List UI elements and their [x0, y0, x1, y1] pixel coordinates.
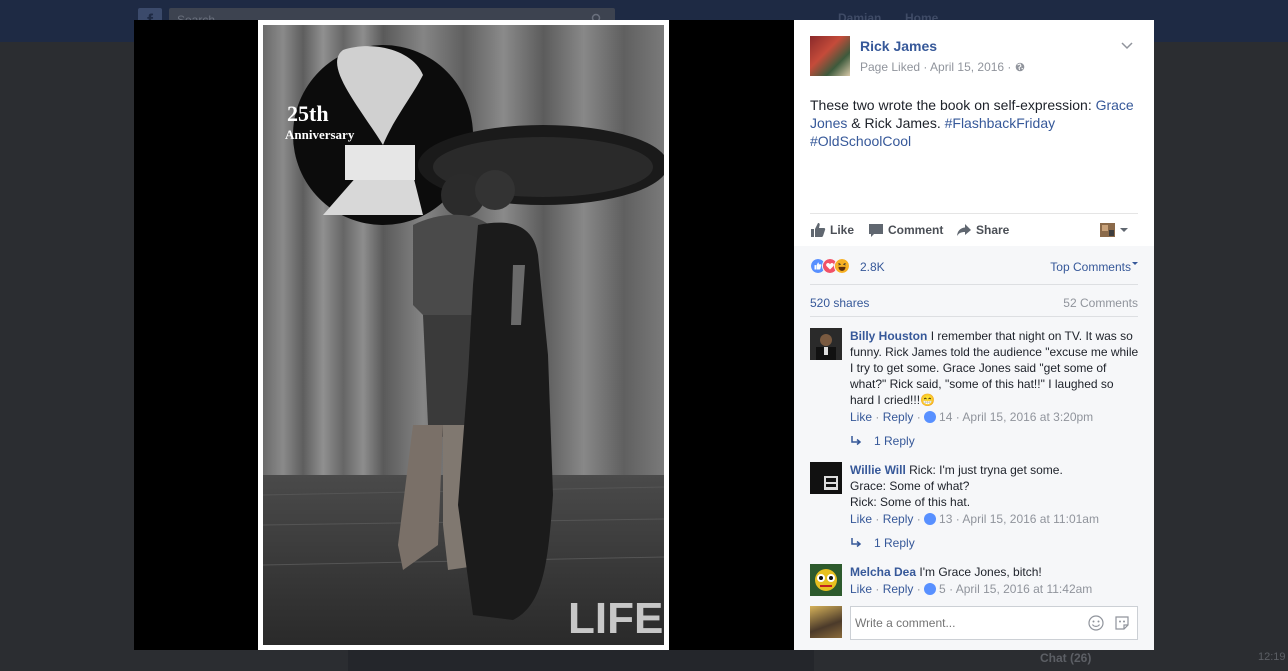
- replies-label: 1 Reply: [874, 434, 915, 448]
- comment-text-line2: Grace: Some of what?: [850, 479, 970, 493]
- clock-label: 12:19: [1258, 651, 1286, 663]
- emoji-icon[interactable]: [1088, 615, 1104, 631]
- like-count-icon: [924, 513, 937, 525]
- share-as-selector[interactable]: [1100, 222, 1130, 238]
- reply-arrow-icon: [851, 436, 862, 446]
- avatar[interactable]: [810, 328, 842, 360]
- comments-section: 2.8K Top Comments 520 shares 52 Comments…: [794, 246, 1154, 650]
- post-meta-text: Page Liked · April 15, 2016 ·: [860, 60, 1015, 74]
- share-button-label: Share: [976, 223, 1010, 237]
- photo-artwork: 25th Anniversary LIFE: [263, 25, 664, 645]
- photo-theater: 25th Anniversary LIFE: [134, 20, 794, 650]
- thumbs-up-icon: [811, 223, 826, 237]
- sticker-icon[interactable]: [1114, 615, 1130, 631]
- photo-frame: 25th Anniversary LIFE: [258, 20, 669, 650]
- post-action-bar: Like Comment Share: [810, 213, 1138, 245]
- divider: [810, 316, 1138, 317]
- comment-reply-link[interactable]: Reply: [883, 512, 914, 526]
- comment-body: Melcha Dea I'm Grace Jones, bitch!: [850, 564, 1140, 580]
- background-feed-card: [348, 650, 814, 671]
- comment-count-link[interactable]: 52 Comments: [1063, 296, 1138, 310]
- divider: [810, 284, 1138, 285]
- page-avatar[interactable]: [810, 36, 850, 76]
- hashtag-oldschoolcool[interactable]: #OldSchoolCool: [810, 133, 911, 149]
- comment-text-line1: Rick: I'm just tryna get some.: [909, 463, 1063, 477]
- comment-timestamp[interactable]: April 15, 2016 at 11:01am: [962, 512, 1099, 526]
- grinning-emoji: 😁: [920, 393, 935, 407]
- comment-composer: [810, 606, 1140, 642]
- comment-text: I'm Grace Jones, bitch!: [919, 565, 1042, 579]
- post-photo[interactable]: 25th Anniversary LIFE: [263, 25, 664, 645]
- actor-selector-icon: [1100, 223, 1128, 237]
- comment-author-link[interactable]: Billy Houston: [850, 329, 927, 343]
- comment-like-link[interactable]: Like: [850, 582, 872, 596]
- comment-meta: Like · Reply · 14 · April 15, 2016 at 3:…: [850, 410, 1094, 424]
- haha-reaction-icon: [834, 258, 850, 274]
- comment-body: Willie Will Rick: I'm just tryna get som…: [850, 462, 1140, 510]
- chevron-down-icon[interactable]: [1120, 38, 1134, 52]
- page-name-link[interactable]: Rick James: [860, 38, 937, 54]
- comment-like-link[interactable]: Like: [850, 512, 872, 526]
- share-arrow-icon: [957, 224, 971, 236]
- comment-item: Melcha Dea I'm Grace Jones, bitch! Like …: [810, 564, 1140, 600]
- like-button-label: Like: [830, 223, 855, 237]
- comment-timestamp[interactable]: April 15, 2016 at 3:20pm: [962, 410, 1093, 424]
- comment-reply-link[interactable]: Reply: [883, 582, 914, 596]
- comment-reply-link[interactable]: Reply: [883, 410, 914, 424]
- comment-bubble-icon: [869, 224, 883, 237]
- comment-like-count[interactable]: 14: [939, 410, 952, 424]
- post-side-panel: Rick James Page Liked · April 15, 2016 ·…: [794, 20, 1154, 650]
- comment-meta: Like · Reply · 5 · April 15, 2016 at 11:…: [850, 582, 1093, 596]
- post-text-before: These two wrote the book on self-express…: [810, 97, 1096, 113]
- reply-arrow-icon: [851, 538, 862, 548]
- globe-icon: [1015, 62, 1025, 72]
- comment-timestamp[interactable]: April 15, 2016 at 11:42am: [956, 582, 1093, 596]
- avatar[interactable]: [810, 462, 842, 494]
- comment-button-label: Comment: [888, 223, 944, 237]
- comment-author-link[interactable]: Willie Will: [850, 463, 906, 477]
- comment-text-line3: Rick: Some of this hat.: [850, 495, 971, 509]
- chat-sidebar-toggle[interactable]: Chat (26): [1040, 651, 1091, 665]
- like-count-icon: [924, 583, 937, 595]
- avatar[interactable]: [810, 564, 842, 596]
- comment-like-link[interactable]: Like: [850, 410, 872, 424]
- anniversary-word-text: Anniversary: [285, 127, 355, 142]
- caret-down-icon: [1132, 262, 1138, 265]
- reaction-count[interactable]: 2.8K: [860, 260, 885, 274]
- comment-item: Willie Will Rick: I'm just tryna get som…: [810, 462, 1140, 552]
- comment-body: Billy Houston I remember that night on T…: [850, 328, 1140, 408]
- post-meta: Page Liked · April 15, 2016 ·: [860, 60, 1025, 74]
- anniversary-number-text: 25th: [287, 101, 329, 126]
- comment-author-link[interactable]: Melcha Dea: [850, 565, 916, 579]
- post-text-middle: & Rick James.: [847, 115, 945, 131]
- replies-label: 1 Reply: [874, 536, 915, 550]
- comment-meta: Like · Reply · 13 · April 15, 2016 at 11…: [850, 512, 1099, 526]
- avatar[interactable]: [810, 606, 842, 638]
- hashtag-flashbackfriday[interactable]: #FlashbackFriday: [945, 115, 1056, 131]
- comment-like-count[interactable]: 5: [939, 582, 946, 596]
- post-message: These two wrote the book on self-express…: [810, 96, 1142, 150]
- reactions-summary[interactable]: 2.8K Top Comments: [810, 256, 1138, 276]
- post-header: Rick James Page Liked · April 15, 2016 ·: [810, 36, 1138, 80]
- top-comments-dropdown[interactable]: Top Comments: [1050, 260, 1138, 274]
- comment-item: Billy Houston I remember that night on T…: [810, 328, 1140, 448]
- top-comments-label: Top Comments: [1050, 260, 1131, 274]
- like-count-icon: [924, 411, 937, 423]
- life-watermark: LIFE: [568, 594, 663, 643]
- shares-link[interactable]: 520 shares: [810, 296, 869, 310]
- comment-like-count[interactable]: 13: [939, 512, 952, 526]
